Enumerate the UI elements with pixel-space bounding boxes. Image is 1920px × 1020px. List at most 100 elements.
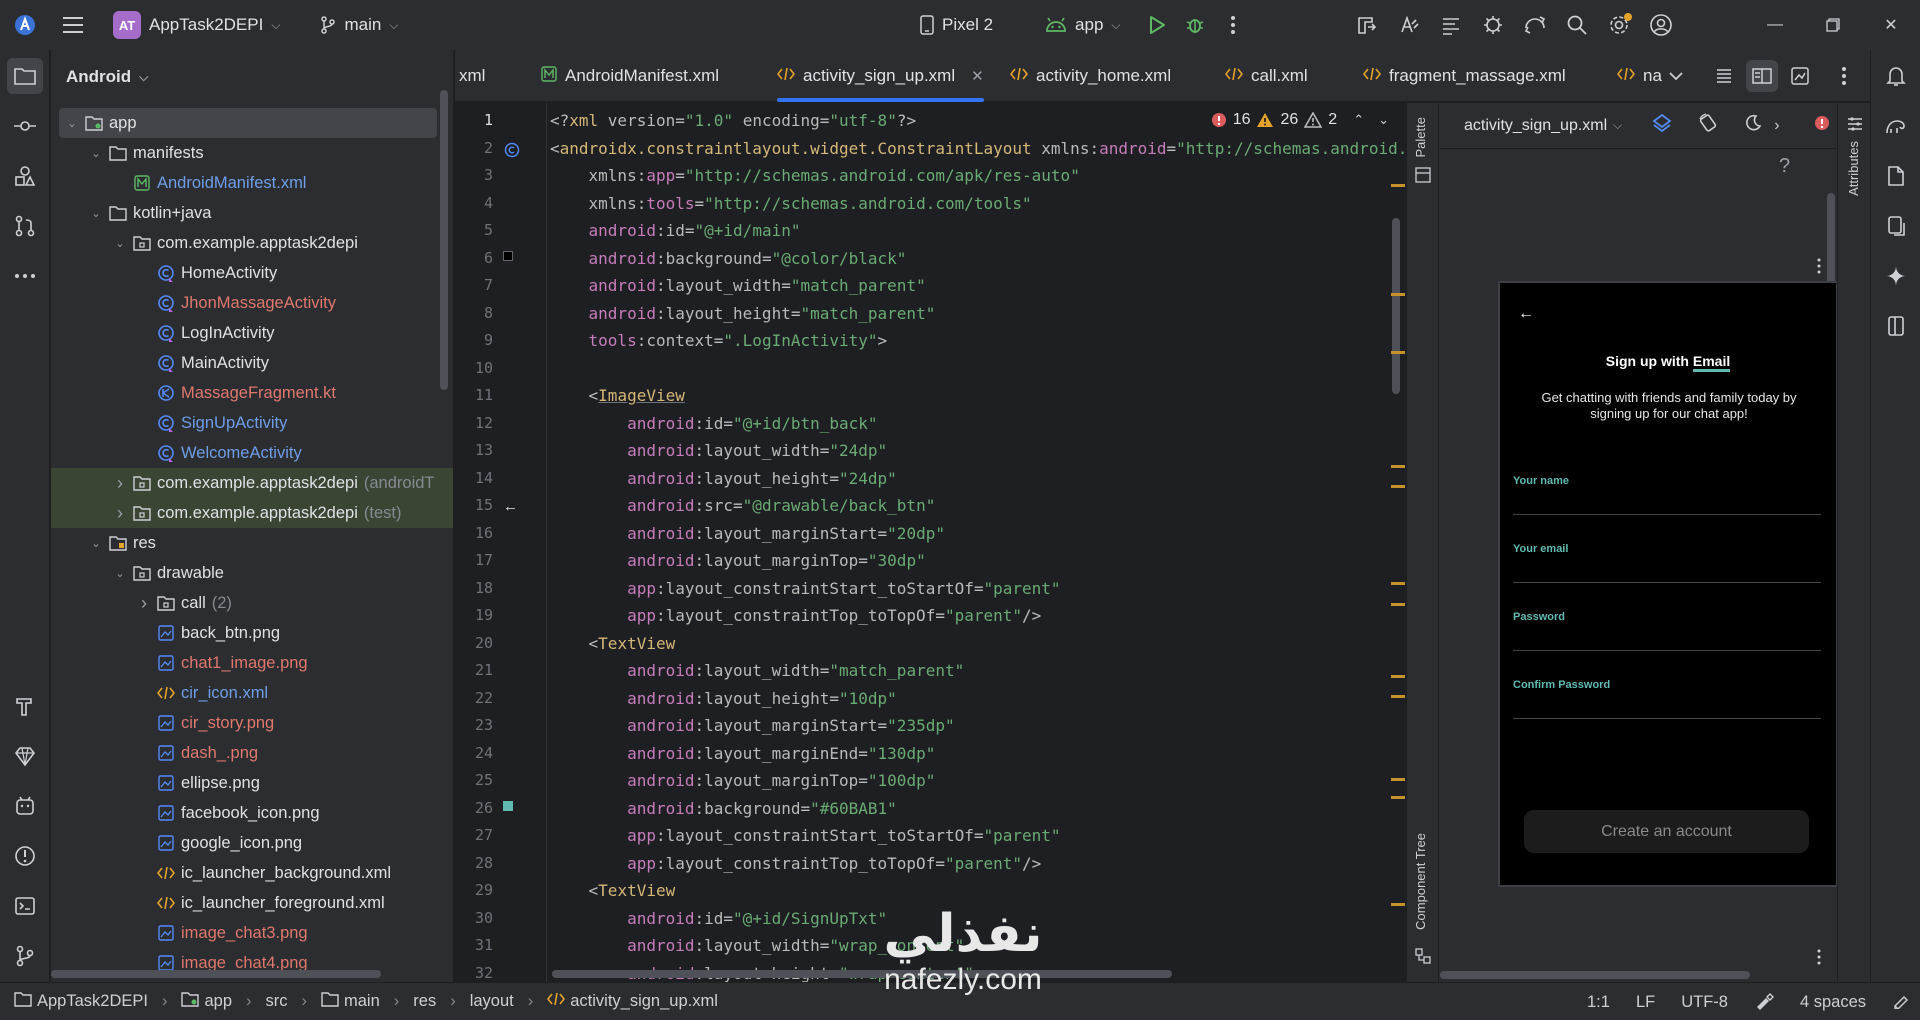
chevron-right-icon[interactable]: › — [113, 503, 127, 524]
editor-tab[interactable]: activity_home.xml — [1009, 50, 1171, 102]
design-more-icon[interactable] — [1817, 949, 1821, 970]
device-file-explorer-icon[interactable] — [1878, 158, 1914, 194]
phone-preview[interactable]: ← Sign up with Email Get chatting with f… — [1498, 281, 1838, 887]
settings-gear-icon[interactable] — [1603, 9, 1635, 41]
tree-item[interactable]: cir_story.png — [51, 708, 453, 738]
more-actions-icon[interactable] — [1217, 9, 1249, 41]
breadcrumb-item[interactable]: src — [266, 992, 288, 1011]
version-control-icon[interactable] — [7, 938, 43, 974]
app-quality-insights-icon[interactable] — [7, 738, 43, 774]
design-horizontal-scrollbar[interactable] — [1440, 971, 1750, 979]
chevron-down-icon[interactable]: ⌄ — [89, 147, 103, 160]
palette-tab[interactable]: Palette — [1413, 117, 1428, 157]
close-tab-icon[interactable]: ✕ — [971, 67, 984, 85]
pull-requests-icon[interactable] — [7, 208, 43, 244]
preview-create-account-button[interactable]: Create an account — [1524, 810, 1809, 853]
commit-icon[interactable] — [7, 108, 43, 144]
file-encoding[interactable]: UTF-8 — [1681, 993, 1728, 1012]
code-style-icon[interactable] — [1754, 990, 1774, 1015]
tree-item[interactable]: image_chat3.png — [51, 918, 453, 948]
chevron-right-icon[interactable]: › — [113, 473, 127, 494]
main-menu-icon[interactable] — [57, 9, 89, 41]
component-tree-icon[interactable] — [1415, 948, 1431, 969]
project-selector[interactable]: AT AppTask2DEPI ⌵ — [103, 7, 290, 43]
component-tree-tab[interactable]: Component Tree — [1413, 833, 1428, 930]
attributes-tab[interactable]: Attributes — [1846, 141, 1861, 196]
branch-selector[interactable]: main ⌵ — [310, 7, 408, 43]
close-icon[interactable]: ✕ — [1862, 0, 1920, 50]
tree-item[interactable]: HomeActivity — [51, 258, 453, 288]
tree-item[interactable]: LogInActivity — [51, 318, 453, 348]
code-view-icon[interactable] — [1708, 60, 1740, 92]
chevron-down-icon[interactable]: ⌄ — [89, 207, 103, 220]
code-editor[interactable]: 1 2 3 4 5 6 7 8 9 10 11 12 13 14 15 16 17 18 19 20 21 22 23 24 2… — [455, 103, 1405, 982]
project-view-selector[interactable]: Android ⌵ — [51, 50, 453, 104]
bookmarks-icon[interactable] — [1878, 308, 1914, 344]
android-logcat-icon[interactable] — [7, 788, 43, 824]
search-icon[interactable] — [1561, 9, 1593, 41]
tree-item[interactable]: ic_launcher_background.xml — [51, 858, 453, 888]
next-highlight-icon[interactable]: ⌄ — [1378, 112, 1389, 128]
editor-tab[interactable]: call.xml — [1224, 50, 1308, 102]
android-studio-logo-icon[interactable] — [9, 9, 41, 41]
color-swatch-teal[interactable] — [503, 800, 515, 813]
apply-changes-icon[interactable] — [1393, 9, 1425, 41]
attributes-icon[interactable] — [1847, 117, 1863, 136]
breadcrumb-item[interactable]: activity_sign_up.xml — [547, 992, 718, 1011]
preview-back-icon[interactable]: ← — [1518, 305, 1534, 323]
caret-position[interactable]: 1:1 — [1587, 993, 1610, 1012]
orientation-icon[interactable] — [1698, 113, 1718, 138]
tree-item[interactable]: JhonMassageActivity — [51, 288, 453, 318]
account-icon[interactable] — [1645, 9, 1677, 41]
tree-item[interactable]: › call (2) — [51, 588, 453, 618]
minimize-icon[interactable]: — — [1746, 0, 1804, 50]
breadcrumb-item[interactable]: main — [321, 991, 380, 1012]
tree-item[interactable]: ic_launcher_foreground.xml — [51, 888, 453, 918]
tree-item[interactable]: ⌄ com.example.apptask2depi — [51, 228, 453, 258]
tree-item[interactable]: ⌄ res — [51, 528, 453, 558]
editor-tab[interactable]: xml — [459, 50, 485, 102]
preview-input-field[interactable]: Your name — [1513, 475, 1821, 515]
resource-manager-icon[interactable] — [7, 158, 43, 194]
breadcrumb-item[interactable]: res — [413, 992, 436, 1011]
chevron-down-icon[interactable]: ⌄ — [113, 567, 127, 580]
palette-icon[interactable] — [1415, 167, 1431, 188]
tree-item[interactable]: › com.example.apptask2depi (androidT — [51, 468, 453, 498]
editor-tab[interactable]: activity_sign_up.xml ✕ — [776, 50, 984, 102]
breadcrumb-item[interactable]: AppTask2DEPI — [14, 991, 148, 1012]
design-surface-icon[interactable] — [1652, 113, 1672, 138]
night-mode-icon[interactable] — [1744, 114, 1762, 137]
tree-item[interactable]: cir_icon.xml — [51, 678, 453, 708]
layout-file-selector[interactable]: activity_sign_up.xml — [1464, 117, 1607, 135]
tree-item[interactable]: MainActivity — [51, 348, 453, 378]
tree-item[interactable]: back_btn.png — [51, 618, 453, 648]
preview-input-field[interactable]: Confirm Password — [1513, 679, 1821, 719]
split-view-icon[interactable] — [1746, 60, 1778, 92]
editor-tab[interactable]: na — [1616, 50, 1662, 102]
color-swatch-black[interactable] — [503, 250, 515, 263]
logcat-icon[interactable] — [1435, 9, 1467, 41]
line-separator[interactable]: LF — [1636, 993, 1655, 1012]
tree-item[interactable]: ⌄ drawable — [51, 558, 453, 588]
device-manager-icon[interactable] — [1519, 9, 1551, 41]
tree-item[interactable]: facebook_icon.png — [51, 798, 453, 828]
gradle-sync-icon[interactable] — [1351, 9, 1383, 41]
more-tools-icon[interactable] — [7, 258, 43, 294]
class-link-icon[interactable] — [503, 141, 520, 157]
chevron-down-icon[interactable]: ⌄ — [89, 537, 103, 550]
design-view-icon[interactable] — [1784, 60, 1816, 92]
more-tab-actions-icon[interactable] — [1828, 60, 1860, 92]
editor-vertical-scrollbar[interactable] — [1392, 218, 1400, 394]
design-more-icon[interactable] — [1817, 258, 1821, 279]
back-arrow-preview-icon[interactable]: ← — [503, 498, 518, 515]
settings-bug-icon[interactable] — [1477, 9, 1509, 41]
tree-item[interactable]: ⌄ kotlin+java — [51, 198, 453, 228]
restore-icon[interactable] — [1804, 0, 1862, 50]
chevron-right-icon[interactable]: › — [1774, 117, 1779, 135]
indent-setting[interactable]: 4 spaces — [1800, 993, 1866, 1012]
running-devices-icon[interactable] — [1878, 208, 1914, 244]
project-vertical-scrollbar[interactable] — [440, 90, 448, 390]
tree-item[interactable]: AndroidManifest.xml — [51, 168, 453, 198]
tree-item[interactable]: ⌄ app — [59, 108, 437, 138]
build-hammer-icon[interactable] — [7, 688, 43, 724]
